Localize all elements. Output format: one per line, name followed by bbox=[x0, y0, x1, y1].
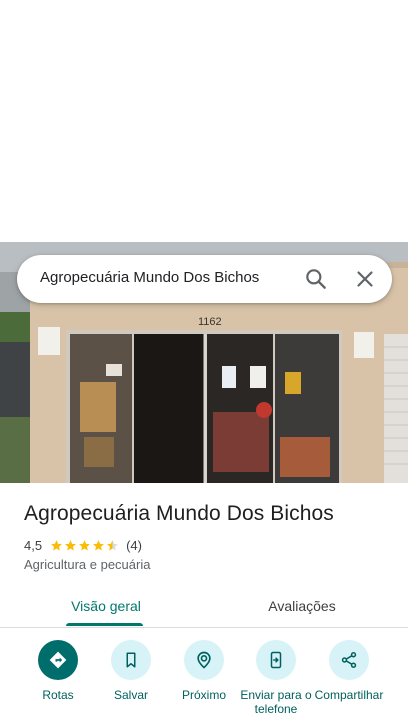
close-icon[interactable] bbox=[352, 266, 378, 292]
directions-icon bbox=[38, 640, 78, 680]
search-icon[interactable] bbox=[303, 266, 329, 292]
send-to-phone-button[interactable]: Enviar para o telefone bbox=[238, 640, 314, 716]
half-star-icon bbox=[107, 539, 118, 550]
review-count: (4) bbox=[126, 537, 142, 553]
active-tab-indicator bbox=[66, 623, 143, 626]
save-button[interactable]: Salvar bbox=[93, 640, 169, 702]
star-icon bbox=[93, 539, 104, 550]
share-button[interactable]: Compartilhar bbox=[311, 640, 387, 702]
send-to-phone-label: Enviar para o telefone bbox=[240, 688, 312, 716]
nearby-icon bbox=[184, 640, 224, 680]
action-buttons: Rotas Salvar Próximo Enviar para o telef… bbox=[0, 640, 408, 726]
search-bar[interactable]: Agropecuária Mundo Dos Bichos bbox=[17, 255, 392, 303]
directions-label: Rotas bbox=[42, 688, 74, 702]
star-rating bbox=[50, 539, 120, 552]
rating-row[interactable]: 4,5 (4) bbox=[24, 537, 142, 553]
search-query-text[interactable]: Agropecuária Mundo Dos Bichos bbox=[40, 269, 259, 286]
share-label: Compartilhar bbox=[314, 688, 384, 702]
place-category[interactable]: Agricultura e pecuária bbox=[24, 557, 150, 572]
map-area-blank bbox=[0, 0, 408, 242]
place-title: Agropecuária Mundo Dos Bichos bbox=[24, 502, 334, 525]
star-icon bbox=[79, 539, 90, 550]
nearby-label: Próximo bbox=[181, 688, 226, 702]
star-icon bbox=[65, 539, 76, 550]
star-icon bbox=[51, 539, 62, 550]
tab-bar: Visão geral Avaliações bbox=[0, 584, 408, 628]
rating-value: 4,5 bbox=[24, 537, 43, 553]
storefront-number: 1162 bbox=[198, 316, 222, 328]
nearby-button[interactable]: Próximo bbox=[166, 640, 242, 702]
share-icon bbox=[329, 640, 369, 680]
send-to-phone-icon bbox=[256, 640, 296, 680]
save-label: Salvar bbox=[113, 688, 148, 702]
bookmark-icon bbox=[111, 640, 151, 680]
tab-reviews[interactable]: Avaliações bbox=[256, 584, 348, 627]
directions-button[interactable]: Rotas bbox=[20, 640, 96, 702]
tab-overview[interactable]: Visão geral bbox=[64, 584, 148, 627]
